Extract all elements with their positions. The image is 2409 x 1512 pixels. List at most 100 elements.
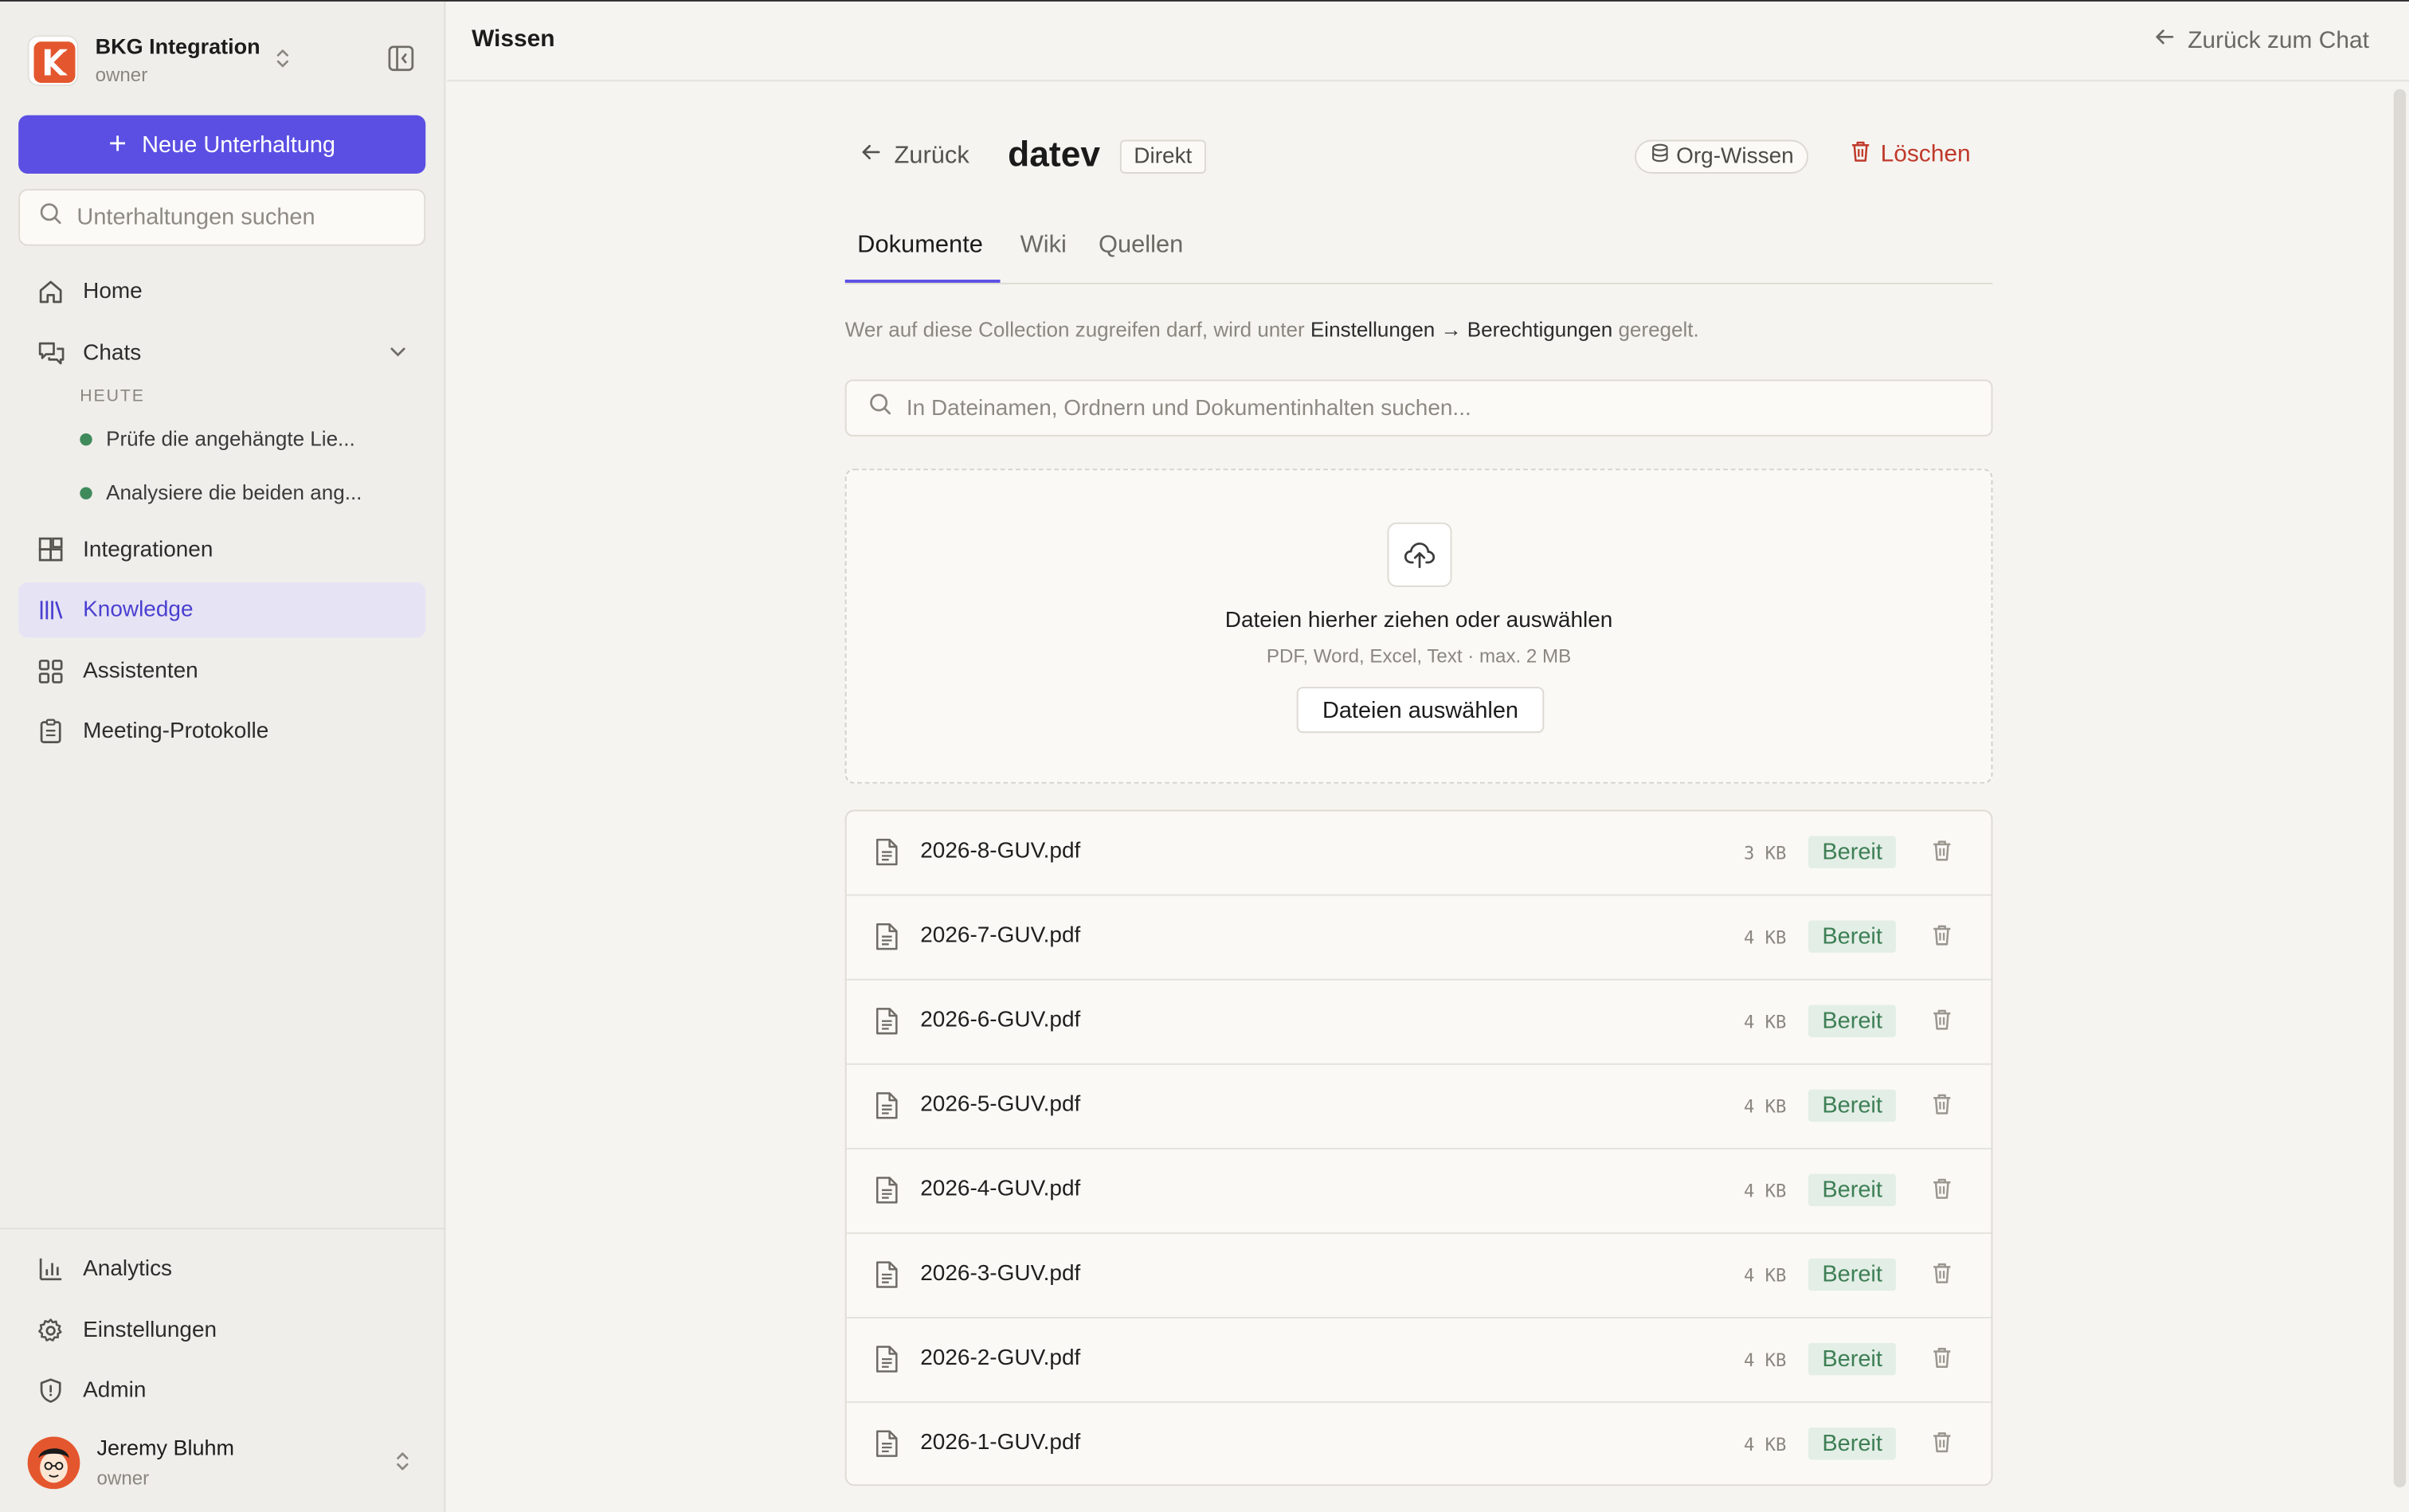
back-to-chat-label: Zurück zum Chat <box>2188 26 2369 53</box>
avatar <box>27 1436 80 1490</box>
nav-integrations[interactable]: Integrationen <box>18 523 425 578</box>
scrollbar[interactable] <box>2393 88 2407 1488</box>
status-dot <box>80 432 92 445</box>
file-icon <box>874 922 899 958</box>
nav-admin-label: Admin <box>83 1378 147 1404</box>
nav-knowledge[interactable]: Knowledge <box>18 582 426 638</box>
trash-icon[interactable] <box>1931 1431 1953 1462</box>
status-badge: Bereit <box>1808 920 1897 953</box>
new-chat-label: Neue Unterhaltung <box>142 131 336 158</box>
nav-assistants-label: Assistenten <box>83 659 198 684</box>
file-row[interactable]: 2026-3-GUV.pdf 4 KB Bereit <box>846 1234 1992 1318</box>
file-row[interactable]: 2026-7-GUV.pdf 4 KB Bereit <box>846 896 1992 981</box>
file-name: 2026-2-GUV.pdf <box>920 1346 1081 1371</box>
file-row[interactable]: 2026-4-GUV.pdf 4 KB Bereit <box>846 1150 1992 1234</box>
file-icon <box>874 1006 899 1043</box>
clipboard-icon <box>35 716 66 747</box>
select-files-button[interactable]: Dateien auswählen <box>1296 687 1545 734</box>
app-root: BKG Integration owner + Neue Unterhaltun… <box>0 0 2409 1512</box>
file-row[interactable]: 2026-2-GUV.pdf 4 KB Bereit <box>846 1318 1992 1404</box>
tab-sources[interactable]: Quellen <box>1099 232 1183 260</box>
database-icon <box>1651 141 1668 172</box>
trash-icon[interactable] <box>1931 839 1953 870</box>
nav-analytics[interactable]: Analytics <box>18 1242 425 1297</box>
user-role: owner <box>96 1467 150 1490</box>
collection-type-badge: Direkt <box>1119 139 1206 174</box>
trash-icon[interactable] <box>1931 923 1953 954</box>
chat-history-item[interactable]: Analysiere die beiden ang... <box>80 481 362 504</box>
nav-analytics-label: Analytics <box>83 1256 173 1282</box>
home-icon <box>35 276 66 307</box>
dropzone-hint: PDF, Word, Excel, Text · max. 2 MB <box>1266 645 1572 668</box>
tab-documents[interactable]: Dokumente <box>857 232 983 260</box>
file-size: 4 KB <box>1743 1095 1787 1118</box>
trash-icon <box>1850 140 1871 171</box>
file-icon <box>874 1260 899 1297</box>
chat-history-item[interactable]: Prüfe die angehängte Lie... <box>80 427 355 451</box>
nav-home[interactable]: Home <box>18 264 425 319</box>
new-chat-button[interactable]: + Neue Unterhaltung <box>18 115 426 174</box>
nav-chats-label: Chats <box>83 341 142 366</box>
file-icon <box>874 1345 899 1381</box>
file-name: 2026-7-GUV.pdf <box>920 923 1081 949</box>
file-row[interactable]: 2026-1-GUV.pdf 4 KB Bereit <box>847 1403 1992 1484</box>
permissions-info-text: Wer auf diese Collection zugreifen darf,… <box>844 318 1305 342</box>
file-icon <box>874 837 899 874</box>
nav-settings[interactable]: Einstellungen <box>18 1303 425 1358</box>
cloud-upload-icon <box>1387 522 1452 587</box>
permissions-info: Wer auf diese Collection zugreifen darf,… <box>845 318 1699 341</box>
chat-history-label: Analysiere die beiden ang... <box>106 480 362 504</box>
scope-badge: Org-Wissen <box>1635 139 1808 174</box>
back-button[interactable]: Zurück <box>860 141 969 170</box>
file-size: 4 KB <box>1743 1180 1787 1202</box>
permissions-settings-link[interactable]: Einstellungen → Berechtigungen <box>1310 318 1612 341</box>
trash-icon[interactable] <box>1931 1346 1953 1377</box>
nav-chats[interactable]: Chats <box>18 326 425 381</box>
tab-wiki[interactable]: Wiki <box>1020 232 1067 260</box>
trash-icon[interactable] <box>1931 1177 1953 1208</box>
nav-meetings[interactable]: Meeting-Protokolle <box>18 703 425 758</box>
status-badge: Bereit <box>1808 1005 1897 1038</box>
file-name: 2026-3-GUV.pdf <box>920 1261 1081 1287</box>
nav-settings-label: Einstellungen <box>83 1318 217 1343</box>
document-search-box <box>844 379 1993 437</box>
file-size: 4 KB <box>1743 1264 1787 1287</box>
status-badge: Bereit <box>1808 836 1897 868</box>
nav-home-label: Home <box>83 280 143 304</box>
plus-icon: + <box>108 127 127 162</box>
file-name: 2026-4-GUV.pdf <box>920 1177 1081 1202</box>
nav-meetings-label: Meeting-Protokolle <box>83 719 269 744</box>
file-name: 2026-8-GUV.pdf <box>920 839 1081 864</box>
nav-knowledge-label: Knowledge <box>83 597 194 623</box>
collection-title: datev <box>1008 133 1101 174</box>
file-row[interactable]: 2026-8-GUV.pdf 3 KB Bereit <box>846 811 1992 896</box>
back-to-chat-link[interactable]: Zurück zum Chat <box>2154 26 2369 56</box>
file-icon <box>874 1091 899 1128</box>
status-dot <box>80 486 92 499</box>
trash-icon[interactable] <box>1931 1092 1953 1123</box>
chevron-down-icon[interactable] <box>389 343 407 367</box>
chat-search-input[interactable] <box>76 204 400 231</box>
document-search-input[interactable] <box>906 395 1952 421</box>
status-badge: Bereit <box>1808 1173 1897 1207</box>
trash-icon[interactable] <box>1931 1262 1953 1293</box>
file-row[interactable]: 2026-5-GUV.pdf 4 KB Bereit <box>846 1065 1992 1150</box>
user-menu[interactable]: Jeremy Bluhm owner <box>27 1434 427 1492</box>
sidebar-collapse-icon[interactable] <box>387 45 418 76</box>
sidebar-divider <box>0 1228 446 1230</box>
chevron-updown-icon <box>394 1449 412 1482</box>
file-list: 2026-8-GUV.pdf 3 KB Bereit 2026-7-GUV.pd… <box>844 809 1993 1487</box>
shield-icon <box>35 1375 66 1406</box>
nav-admin[interactable]: Admin <box>18 1363 425 1418</box>
permissions-info-suffix: geregelt. <box>1618 318 1699 342</box>
org-switcher[interactable]: BKG Integration owner <box>27 31 427 89</box>
status-badge: Bereit <box>1808 1342 1897 1376</box>
upload-dropzone[interactable]: Dateien hierher ziehen oder auswählen PD… <box>844 468 1993 784</box>
nav-assistants[interactable]: Assistenten <box>18 644 425 699</box>
page-title: Wissen <box>472 25 555 53</box>
trash-icon[interactable] <box>1931 1008 1953 1039</box>
back-label: Zurück <box>894 142 969 169</box>
file-row[interactable]: 2026-6-GUV.pdf 4 KB Bereit <box>846 981 1992 1065</box>
chat-history-label: Prüfe die angehängte Lie... <box>106 427 355 451</box>
delete-collection-button[interactable]: Löschen <box>1850 140 1971 171</box>
